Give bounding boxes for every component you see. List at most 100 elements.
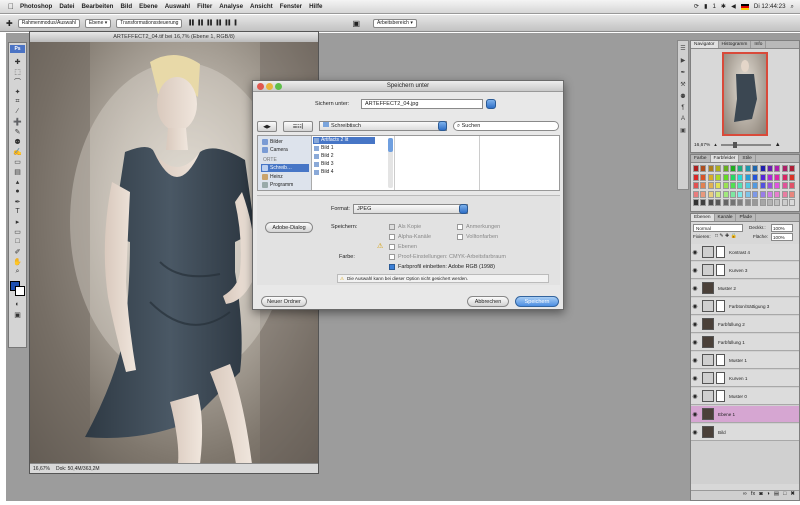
visibility-eye-icon[interactable]: ◉: [691, 285, 699, 292]
new-folder-button[interactable]: Neuer Ordner: [261, 296, 307, 307]
menu-ebene[interactable]: Ebene: [139, 3, 158, 10]
visibility-eye-icon[interactable]: ◉: [691, 321, 699, 328]
zoom-readout[interactable]: 16,67%: [33, 466, 50, 472]
color-swatch[interactable]: [700, 199, 707, 207]
eraser-tool-icon[interactable]: ▭: [10, 157, 25, 166]
sidebar-item-desktop[interactable]: Schreib…: [261, 164, 309, 172]
color-swatches[interactable]: [10, 281, 25, 296]
color-swatch[interactable]: [715, 173, 722, 181]
shape-tool-icon[interactable]: ▭: [10, 227, 25, 236]
zoom-tool-icon[interactable]: ⌕: [10, 267, 25, 276]
align-buttons[interactable]: ▐▌▐▌▐▌▐▌▐▌▐: [187, 20, 237, 26]
spotlight-icon[interactable]: ⌕: [791, 3, 794, 11]
history-panel-icon[interactable]: ☰: [680, 45, 685, 52]
crop-tool-icon[interactable]: ⌗: [10, 97, 25, 106]
healing-brush-icon[interactable]: ➕: [10, 117, 25, 126]
menu-bearbeiten[interactable]: Bearbeiten: [81, 3, 113, 10]
auto-select-dropdown[interactable]: Ebene ▾: [84, 18, 112, 28]
color-swatch[interactable]: [737, 182, 744, 190]
color-swatch[interactable]: [759, 190, 766, 198]
color-swatch[interactable]: [789, 165, 796, 172]
filename-field[interactable]: ARTEFFECT2_04.jpg: [361, 99, 483, 109]
color-swatch[interactable]: [722, 182, 729, 190]
adobe-dialog-button[interactable]: Adobe-Dialog: [265, 222, 313, 233]
screen-mode-icon[interactable]: ▣: [10, 310, 25, 319]
color-swatch[interactable]: [737, 190, 744, 198]
layer-row[interactable]: ◉ Bild: [691, 424, 799, 441]
marquee-tool-icon[interactable]: ⬚: [10, 67, 25, 76]
color-swatch[interactable]: [730, 199, 736, 207]
layer-row[interactable]: ◉ Ebene 1: [691, 406, 799, 423]
color-swatch[interactable]: [693, 182, 699, 190]
color-swatch[interactable]: [722, 199, 729, 207]
lock-icons[interactable]: □ ✎ ✚ 🔒: [715, 233, 737, 239]
magic-wand-icon[interactable]: ✦: [10, 87, 25, 96]
color-swatch[interactable]: [730, 182, 736, 190]
color-swatch[interactable]: [789, 199, 796, 207]
color-swatch[interactable]: [789, 190, 796, 198]
notes-tool-icon[interactable]: □: [10, 237, 25, 246]
zoom-out-icon[interactable]: ▴: [714, 142, 717, 148]
bluetooth-icon[interactable]: ✱: [721, 3, 726, 10]
layer-row[interactable]: ◉ Kurven 3: [691, 262, 799, 279]
menu-analyse[interactable]: Analyse: [219, 3, 243, 10]
annotations-checkbox[interactable]: [457, 224, 463, 230]
close-window-icon[interactable]: [257, 83, 264, 90]
visibility-eye-icon[interactable]: ◉: [691, 339, 699, 346]
color-swatch[interactable]: [693, 165, 699, 172]
eyedropper-icon[interactable]: ✐: [10, 247, 25, 256]
color-swatch[interactable]: [737, 199, 744, 207]
move-tool-icon[interactable]: ✚: [10, 57, 25, 66]
sync-icon[interactable]: ⟳: [694, 3, 699, 10]
layer-row[interactable]: ◉ Farbfüllung 1: [691, 334, 799, 351]
menu-ansicht[interactable]: Ansicht: [250, 3, 273, 10]
color-swatch[interactable]: [767, 173, 773, 181]
tab-paths[interactable]: Pfade: [736, 214, 757, 221]
color-swatch[interactable]: [774, 173, 781, 181]
color-swatch[interactable]: [700, 173, 707, 181]
stamp-tool-icon[interactable]: ⚉: [10, 137, 25, 146]
color-swatch[interactable]: [730, 173, 736, 181]
color-swatch[interactable]: [781, 165, 788, 172]
language-flag-icon[interactable]: [740, 3, 749, 10]
layer-row[interactable]: ◉ Muster 2: [691, 280, 799, 297]
visibility-eye-icon[interactable]: ◉: [691, 303, 699, 310]
pen-tool-icon[interactable]: ✒: [10, 197, 25, 206]
clock[interactable]: Di 12:44:23: [754, 3, 786, 10]
transform-controls-checkbox[interactable]: Transformationssteuerung: [116, 18, 183, 28]
color-swatch[interactable]: [789, 173, 796, 181]
visibility-eye-icon[interactable]: ◉: [691, 375, 699, 382]
tab-swatches[interactable]: Farbfelder: [710, 155, 740, 162]
menu-fenster[interactable]: Fenster: [280, 3, 302, 10]
lasso-tool-icon[interactable]: ⌒: [10, 77, 25, 86]
layer-style-icon[interactable]: fx: [751, 491, 755, 500]
color-swatch[interactable]: [707, 182, 714, 190]
swatch-grid[interactable]: [693, 165, 797, 210]
visibility-eye-icon[interactable]: ◉: [691, 249, 699, 256]
search-field[interactable]: ⌕ Suchen: [453, 121, 559, 131]
color-swatch[interactable]: [707, 173, 714, 181]
color-swatch[interactable]: [700, 165, 707, 172]
color-swatch[interactable]: [693, 190, 699, 198]
adjustment-layer-icon[interactable]: ◑: [767, 491, 770, 500]
minimize-window-icon[interactable]: [266, 83, 273, 90]
color-swatch[interactable]: [774, 199, 781, 207]
color-swatch[interactable]: [789, 182, 796, 190]
color-swatch[interactable]: [700, 182, 707, 190]
visibility-eye-icon[interactable]: ◉: [691, 267, 699, 274]
layer-row[interactable]: ◉ Kurven 1: [691, 370, 799, 387]
alpha-checkbox[interactable]: [389, 234, 395, 240]
new-layer-icon[interactable]: □: [783, 491, 786, 500]
navigator-preview[interactable]: [722, 52, 768, 136]
color-swatch[interactable]: [759, 165, 766, 172]
location-dropdown-arrow[interactable]: [438, 121, 447, 131]
link-layers-icon[interactable]: ∞: [743, 491, 747, 500]
color-swatch[interactable]: [722, 190, 729, 198]
list-item[interactable]: Bild 4: [313, 169, 334, 176]
layer-mask-thumbnail[interactable]: [716, 390, 725, 402]
navigator-zoom-field[interactable]: 16,67%: [694, 143, 710, 148]
color-swatch[interactable]: [752, 190, 759, 198]
tab-navigator[interactable]: Navigator: [691, 41, 719, 48]
layer-row[interactable]: ◉ Farbfüllung 2: [691, 316, 799, 333]
document-title[interactable]: ARTEFFECT2_04.tif bei 16,7% (Ebene 1, RG…: [30, 32, 318, 42]
